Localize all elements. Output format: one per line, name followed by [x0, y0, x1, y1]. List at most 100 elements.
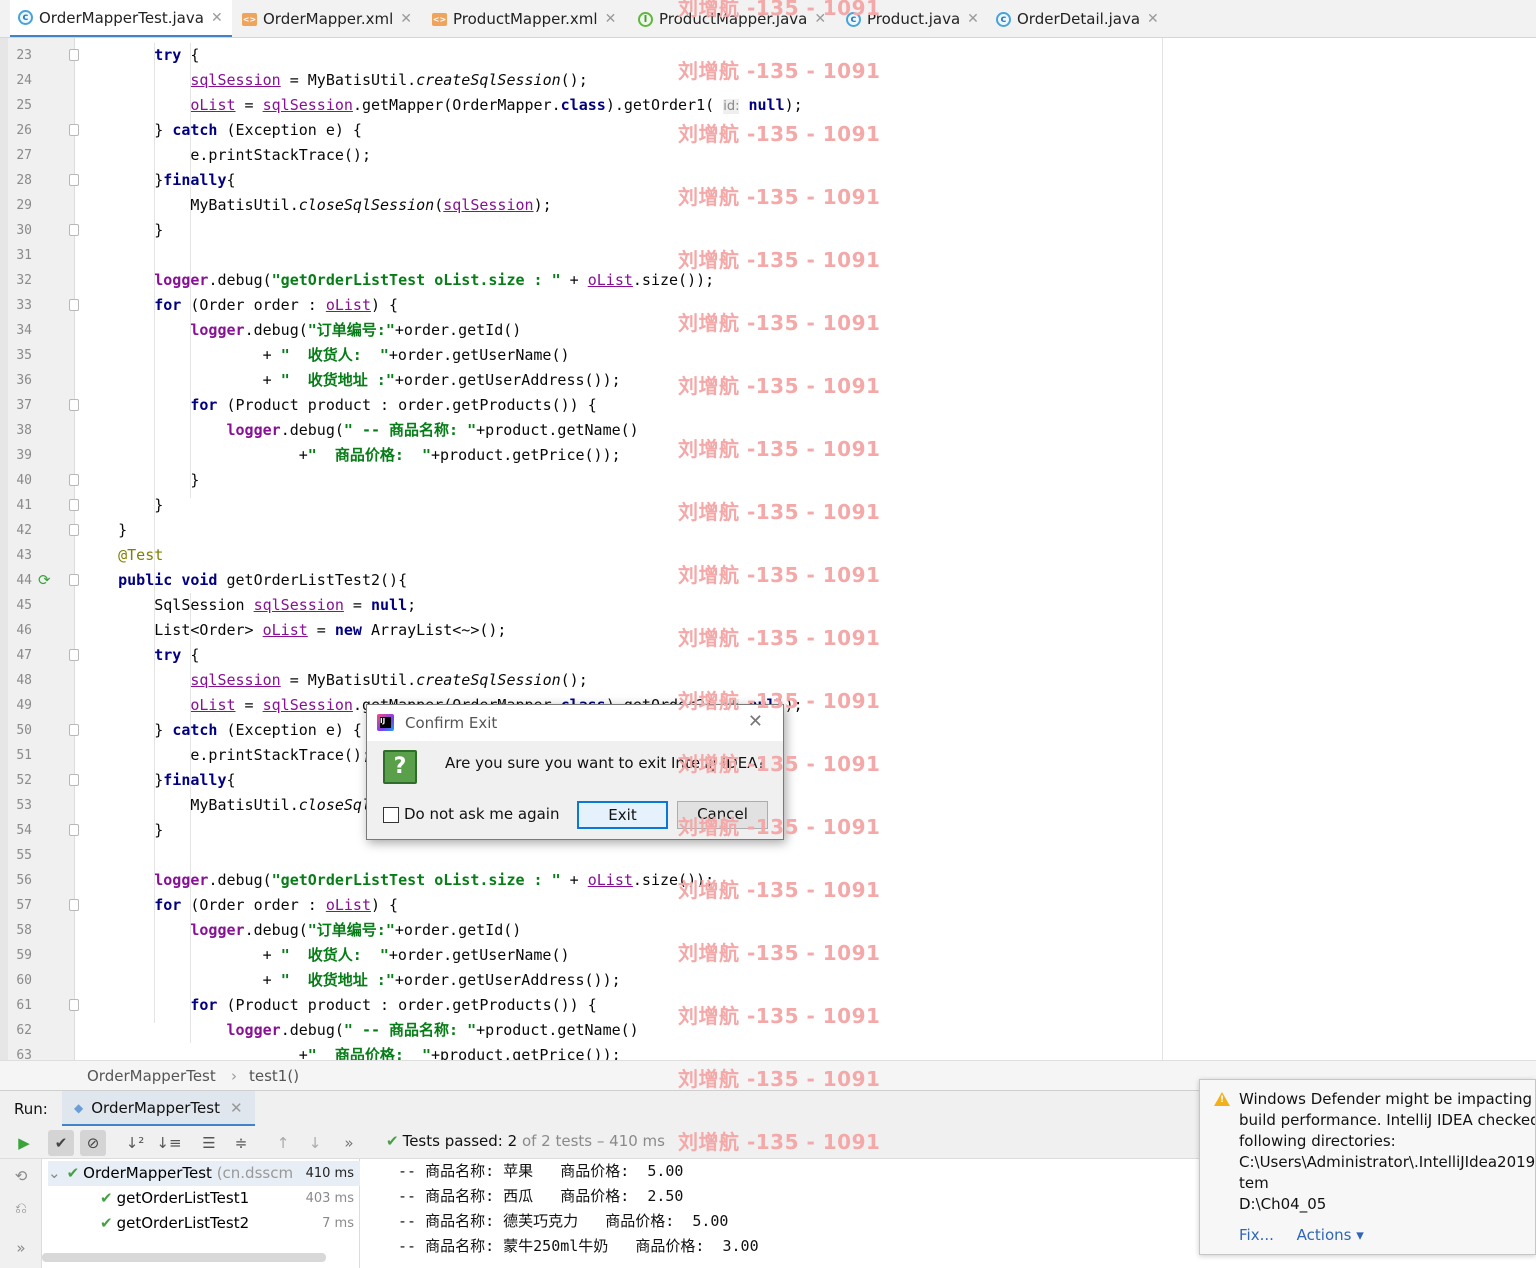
- debug-icon[interactable]: ⟲: [8, 1163, 34, 1189]
- run-tab-label: OrderMapperTest: [91, 1098, 220, 1117]
- code-line[interactable]: logger.debug(" -- 商品名称: "+product.getNam…: [82, 418, 639, 443]
- line-number: 52: [16, 773, 32, 788]
- exit-button[interactable]: Exit: [577, 801, 668, 829]
- code-line[interactable]: } catch (Exception e) {: [82, 718, 362, 743]
- horizontal-scrollbar[interactable]: [42, 1253, 326, 1262]
- previous-test-icon[interactable]: ↑: [270, 1130, 296, 1156]
- fold-marker-icon[interactable]: [69, 649, 79, 661]
- fold-marker-icon[interactable]: [69, 499, 79, 511]
- code-line[interactable]: e.printStackTrace();: [82, 143, 371, 168]
- code-line[interactable]: }finally{: [82, 768, 235, 793]
- run-test-gutter-icon[interactable]: ⟳: [38, 572, 54, 588]
- show-passed-icon[interactable]: ✔: [48, 1130, 74, 1156]
- fold-marker-icon[interactable]: [69, 474, 79, 486]
- code-line[interactable]: logger.debug("getOrderListTest oList.siz…: [82, 268, 714, 293]
- xml-file-icon: <>: [432, 12, 447, 26]
- tab-productmapper-xml[interactable]: <> ProductMapper.xml ✕: [424, 0, 628, 37]
- code-line[interactable]: }: [82, 818, 163, 843]
- line-number: 34: [16, 323, 32, 338]
- chevron-down-icon[interactable]: ⌄: [48, 1164, 61, 1182]
- fold-marker-icon[interactable]: [69, 899, 79, 911]
- line-number: 28: [16, 173, 32, 188]
- sort-by-duration-icon[interactable]: ↓≡: [156, 1130, 182, 1156]
- code-line[interactable]: SqlSession sqlSession = null;: [82, 593, 416, 618]
- fold-marker-icon[interactable]: [69, 774, 79, 786]
- code-line[interactable]: public void getOrderListTest2(){: [82, 568, 407, 593]
- code-line[interactable]: }: [82, 518, 127, 543]
- sort-alphabetically-icon[interactable]: ↓²: [122, 1130, 148, 1156]
- code-line[interactable]: sqlSession = MyBatisUtil.createSqlSessio…: [82, 668, 587, 693]
- fold-marker-icon[interactable]: [69, 174, 79, 186]
- close-tab-icon[interactable]: ✕: [967, 11, 979, 27]
- tab-ordermappertest-java[interactable]: c OrderMapperTest.java ✕: [10, 0, 232, 37]
- test-suite-row[interactable]: ⌄ ✔ OrderMapperTest (cn.dsscm 410 ms: [48, 1161, 360, 1186]
- code-line[interactable]: logger.debug("订单编号:"+order.getId(): [82, 318, 521, 343]
- code-line[interactable]: e.printStackTrace();: [82, 743, 371, 768]
- breadcrumb-method[interactable]: test1(): [249, 1067, 299, 1085]
- close-tab-icon[interactable]: ✕: [400, 11, 412, 27]
- code-line[interactable]: }: [82, 218, 163, 243]
- next-test-icon[interactable]: ↓: [302, 1130, 328, 1156]
- fold-marker-icon[interactable]: [69, 224, 79, 236]
- code-line[interactable]: for (Order order : oList) {: [82, 893, 398, 918]
- code-line[interactable]: + " 收货地址 :"+order.getUserAddress());: [82, 968, 621, 993]
- code-line[interactable]: +" 商品价格: "+product.getPrice());: [82, 1043, 621, 1060]
- more-icon[interactable]: »: [8, 1235, 34, 1261]
- code-line[interactable]: for (Product product : order.getProducts…: [82, 393, 596, 418]
- close-tab-icon[interactable]: ✕: [211, 10, 223, 26]
- fold-marker-icon[interactable]: [69, 399, 79, 411]
- code-line[interactable]: for (Order order : oList) {: [82, 293, 398, 318]
- code-line[interactable]: @Test: [82, 543, 163, 568]
- close-tab-icon[interactable]: ✕: [1147, 11, 1159, 27]
- code-line[interactable]: + " 收货人: "+order.getUserName(): [82, 343, 570, 368]
- history-icon[interactable]: ⎌: [8, 1195, 34, 1221]
- tab-orderdetail-java[interactable]: c OrderDetail.java ✕: [988, 0, 1159, 37]
- code-line[interactable]: logger.debug("getOrderListTest oList.siz…: [82, 868, 714, 893]
- tab-ordermapper-xml[interactable]: <> OrderMapper.xml ✕: [234, 0, 422, 37]
- more-actions-icon[interactable]: »: [336, 1130, 362, 1156]
- console-output[interactable]: -- 商品名称: 苹果 商品价格: 5.00 -- 商品名称: 西瓜 商品价格:…: [362, 1159, 1202, 1268]
- code-line[interactable]: for (Product product : order.getProducts…: [82, 993, 596, 1018]
- fold-marker-icon[interactable]: [69, 574, 79, 586]
- fix-link[interactable]: Fix...: [1239, 1226, 1274, 1244]
- actions-link[interactable]: Actions ▾: [1297, 1226, 1364, 1244]
- fold-marker-icon[interactable]: [69, 524, 79, 536]
- code-line[interactable]: try {: [82, 643, 199, 668]
- rerun-icon[interactable]: ▶: [11, 1130, 37, 1156]
- fold-marker-icon[interactable]: [69, 824, 79, 836]
- test-row[interactable]: ✔ getOrderListTest1 403 ms: [100, 1186, 354, 1211]
- do-not-ask-checkbox[interactable]: [383, 807, 399, 823]
- show-ignored-icon[interactable]: ⊘: [80, 1130, 106, 1156]
- run-tab[interactable]: ◆ OrderMapperTest ✕: [62, 1091, 255, 1127]
- close-run-tab-icon[interactable]: ✕: [230, 1099, 243, 1117]
- line-number: 58: [16, 923, 32, 938]
- code-line[interactable]: }: [82, 468, 199, 493]
- line-number: 32: [16, 273, 32, 288]
- fold-marker-icon[interactable]: [69, 124, 79, 136]
- code-line[interactable]: MyBatisUtil.closeSqlSession(sqlSession);: [82, 193, 551, 218]
- code-line[interactable]: List<Order> oList = new ArrayList<~>();: [82, 618, 506, 643]
- code-line[interactable]: try {: [82, 43, 199, 68]
- do-not-ask-label[interactable]: Do not ask me again: [404, 805, 559, 823]
- close-icon[interactable]: ✕: [748, 711, 763, 732]
- line-number: 45: [16, 598, 32, 613]
- code-line[interactable]: + " 收货人: "+order.getUserName(): [82, 943, 570, 968]
- close-tab-icon[interactable]: ✕: [605, 11, 617, 27]
- code-line[interactable]: }: [82, 493, 163, 518]
- code-line[interactable]: } catch (Exception e) {: [82, 118, 362, 143]
- fold-marker-icon[interactable]: [69, 49, 79, 61]
- breadcrumb-class[interactable]: OrderMapperTest: [87, 1067, 216, 1085]
- code-line[interactable]: }finally{: [82, 168, 235, 193]
- test-row[interactable]: ✔ getOrderListTest2 7 ms: [100, 1211, 354, 1236]
- code-line[interactable]: sqlSession = MyBatisUtil.createSqlSessio…: [82, 68, 587, 93]
- fold-marker-icon[interactable]: [69, 999, 79, 1011]
- collapse-all-icon[interactable]: ≑: [228, 1130, 254, 1156]
- code-line[interactable]: +" 商品价格: "+product.getPrice());: [82, 443, 621, 468]
- code-line[interactable]: + " 收货地址 :"+order.getUserAddress());: [82, 368, 621, 393]
- code-line[interactable]: logger.debug(" -- 商品名称: "+product.getNam…: [82, 1018, 639, 1043]
- fold-marker-icon[interactable]: [69, 299, 79, 311]
- code-line[interactable]: logger.debug("订单编号:"+order.getId(): [82, 918, 521, 943]
- expand-all-icon[interactable]: ☰: [196, 1130, 222, 1156]
- code-editor[interactable]: try { sqlSession = MyBatisUtil.createSql…: [82, 38, 1162, 1060]
- fold-marker-icon[interactable]: [69, 724, 79, 736]
